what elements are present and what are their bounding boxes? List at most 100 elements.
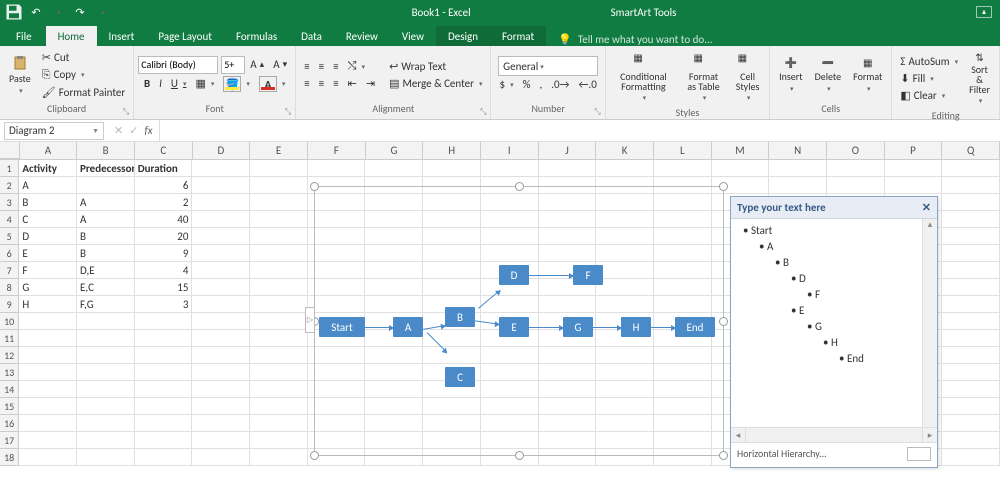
align-center-button[interactable]: ≡ [315,75,328,92]
cell[interactable] [19,364,77,381]
cell[interactable] [942,347,1000,364]
cell[interactable] [19,330,77,347]
row-header[interactable]: 3 [0,194,19,211]
cell[interactable]: F,G [77,296,135,313]
tell-me-search[interactable]: 💡 Tell me what you want to do... [546,33,712,46]
smartart-node-end[interactable]: End [675,317,715,337]
row-header[interactable]: 12 [0,347,19,364]
cell[interactable]: A [19,177,77,194]
cell[interactable]: F [19,262,77,279]
cell[interactable] [539,160,597,177]
cell[interactable] [250,245,308,262]
paste-button[interactable]: Paste [4,52,36,98]
cell[interactable]: B [19,194,77,211]
textpane-item[interactable]: • G [737,319,931,335]
autosum-button[interactable]: ΣAutoSum [896,53,962,70]
font-name-input[interactable] [138,56,218,74]
column-header[interactable]: P [885,142,943,159]
cell[interactable] [250,415,308,432]
cell-styles-button[interactable]: ▦Cell Styles [730,48,765,105]
sort-filter-button[interactable]: ⇅Sort & Filter [964,48,995,108]
tab-review[interactable]: Review [334,26,390,46]
textpane-item[interactable]: • H [737,335,931,351]
cell[interactable] [942,177,1000,194]
cell[interactable] [77,177,135,194]
cell[interactable] [77,398,135,415]
column-header[interactable]: K [596,142,654,159]
cell[interactable] [135,313,193,330]
cell[interactable] [250,347,308,364]
cell[interactable] [19,398,77,415]
cell[interactable] [654,160,712,177]
smartart-node-d[interactable]: D [499,265,529,285]
formula-bar[interactable]: ✕✓ fx [108,120,1000,142]
cell[interactable] [192,449,250,466]
column-header[interactable]: J [539,142,597,159]
ribbon-options-icon[interactable]: ▴ [976,6,992,18]
font-launcher-icon[interactable]: ⤡ [285,107,291,117]
cell[interactable] [19,415,77,432]
cell[interactable]: 6 [135,177,193,194]
cell[interactable] [192,211,250,228]
cell[interactable] [192,160,250,177]
cell[interactable] [250,296,308,313]
resize-handle[interactable] [719,451,728,460]
cell[interactable] [250,211,308,228]
alignment-launcher-icon[interactable]: ⤡ [480,107,486,117]
delete-cells-button[interactable]: ➖Delete [810,53,847,96]
align-right-button[interactable]: ≡ [329,75,342,92]
close-icon[interactable]: ✕ [922,201,931,214]
cell[interactable]: C [19,211,77,228]
cell[interactable] [250,449,308,466]
cell[interactable]: 4 [135,262,193,279]
textpane-body[interactable]: • Start• A• B• D• F• E• G• H• End ▴ [731,219,937,427]
cell[interactable] [942,449,1000,466]
cell[interactable]: D,E [77,262,135,279]
align-bottom-button[interactable]: ≡ [329,57,342,75]
clear-button[interactable]: ◧Clear [896,87,962,104]
cell[interactable]: 3 [135,296,193,313]
cell[interactable] [250,381,308,398]
column-header[interactable]: H [423,142,481,159]
row-header[interactable]: 5 [0,228,19,245]
cell[interactable] [942,364,1000,381]
cell[interactable] [250,313,308,330]
cell[interactable] [135,415,193,432]
percent-format-button[interactable]: % [519,76,535,93]
format-painter-button[interactable]: 🖌Format Painter [38,84,129,101]
cell[interactable] [135,347,193,364]
tab-home[interactable]: Home [46,26,97,46]
cell[interactable] [942,415,1000,432]
cell[interactable] [192,228,250,245]
decrease-decimal-button[interactable]: ←.0 [575,76,601,93]
cell[interactable]: B [77,228,135,245]
undo-icon[interactable]: ↶ [26,2,46,22]
tab-design[interactable]: Design [436,26,490,46]
formula-input[interactable] [159,120,1000,142]
cell[interactable] [250,228,308,245]
cell[interactable] [885,160,943,177]
resize-handle[interactable] [310,451,319,460]
column-header[interactable]: A [20,142,78,159]
accounting-format-button[interactable]: $ [495,76,517,93]
cell[interactable] [942,228,1000,245]
cell[interactable] [250,364,308,381]
cell[interactable]: 20 [135,228,193,245]
cell[interactable] [77,313,135,330]
italic-button[interactable]: I [155,74,166,94]
row-header[interactable]: 2 [0,177,19,194]
textpane-item[interactable]: • D [737,271,931,287]
column-header[interactable]: E [250,142,308,159]
row-header[interactable]: 7 [0,262,19,279]
resize-handle[interactable] [515,451,524,460]
border-button[interactable]: ▦ [191,74,218,94]
cell[interactable] [192,381,250,398]
textpane-item[interactable]: • F [737,287,931,303]
cell[interactable]: G [19,279,77,296]
cell[interactable] [942,432,1000,449]
cell[interactable]: D [19,228,77,245]
cut-button[interactable]: ✂Cut [38,49,129,66]
row-header[interactable]: 16 [0,415,19,432]
smartart-node-e[interactable]: E [499,317,529,337]
decrease-indent-button[interactable]: ⇤ [344,75,361,92]
